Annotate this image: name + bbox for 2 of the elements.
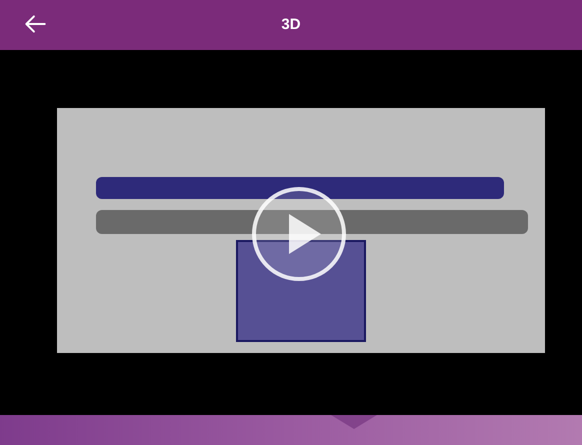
- page-title: 3D: [281, 14, 301, 35]
- play-icon[interactable]: [251, 186, 347, 282]
